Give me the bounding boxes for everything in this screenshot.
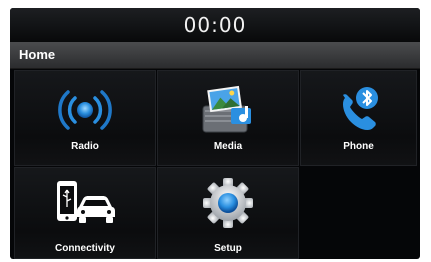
page-title: Home [19, 47, 56, 62]
home-menu-grid: Radio Media Phone Connectivity Setup [14, 70, 417, 259]
head-unit-screen: 00:00 Home Radio Media Phone Connectivit… [10, 8, 420, 259]
empty-slot [300, 167, 417, 259]
phone-button[interactable]: Phone [300, 70, 417, 166]
bluetooth-phone-icon [335, 84, 383, 139]
phone-car-connectivity-icon [51, 177, 119, 232]
connectivity-button[interactable]: Connectivity [14, 167, 156, 259]
radio-label: Radio [71, 141, 99, 152]
media-button[interactable]: Media [157, 70, 299, 166]
phone-label: Phone [343, 141, 374, 152]
connectivity-label: Connectivity [54, 243, 115, 254]
gear-icon [201, 177, 255, 234]
media-label: Media [213, 141, 243, 152]
status-bar: 00:00 [10, 8, 420, 42]
title-bar: Home [10, 42, 420, 69]
radio-button[interactable]: Radio [14, 70, 156, 166]
clock: 00:00 [183, 13, 247, 37]
setup-label: Setup [214, 243, 242, 254]
radio-broadcast-icon [58, 84, 112, 141]
setup-button[interactable]: Setup [157, 167, 299, 259]
media-gallery-icon [197, 84, 259, 141]
